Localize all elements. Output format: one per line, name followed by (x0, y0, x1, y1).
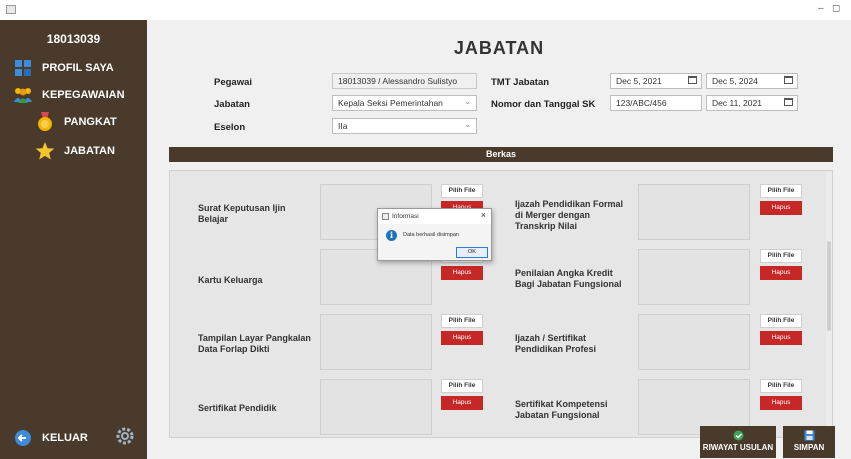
logout-label: KELUAR (42, 432, 88, 444)
minimize-button[interactable]: – (818, 3, 824, 14)
app-icon (6, 5, 16, 14)
doc-preview (638, 249, 750, 305)
chevron-down-icon: ⌄ (464, 120, 471, 129)
tmt-label: TMT Jabatan (491, 77, 550, 88)
berkas-panel: Surat Keputusan Ijin Belajar Pilih File … (169, 170, 833, 438)
simpan-button[interactable]: SIMPAN (783, 426, 835, 458)
hapus-button[interactable]: Hapus (760, 201, 802, 215)
doc-label-kartu-keluarga: Kartu Keluarga (198, 275, 263, 285)
pilih-file-button[interactable]: Pilih File (441, 314, 483, 328)
dialog-title: Informasi (378, 209, 491, 224)
sidebar-item-label: PANGKAT (64, 116, 117, 128)
hapus-button[interactable]: Hapus (441, 331, 483, 345)
gear-icon[interactable] (116, 427, 134, 450)
ok-button[interactable]: OK (456, 247, 488, 258)
sidebar-item-label: KEPEGAWAIAN (42, 89, 125, 101)
berkas-scrollbar[interactable] (826, 171, 832, 437)
pilih-file-button[interactable]: Pilih File (760, 314, 802, 328)
doc-preview (638, 314, 750, 370)
sidebar: 18013039 PROFIL SAYA KEPEGAWAIAN PANGKAT… (0, 20, 147, 459)
sidebar-item-label: PROFIL SAYA (42, 62, 114, 74)
info-dialog: Informasi × i Data berhasil disimpan OK (377, 208, 492, 261)
profile-icon (12, 58, 34, 78)
people-icon (12, 85, 34, 105)
dialog-message: Data berhasil disimpan (403, 232, 459, 238)
scrollbar-thumb[interactable] (827, 241, 831, 331)
sidebar-item-profil-saya[interactable]: PROFIL SAYA (0, 55, 147, 81)
calendar-icon[interactable] (784, 76, 793, 84)
riwayat-usulan-button[interactable]: RIWAYAT USULAN (700, 426, 776, 458)
doc-preview (638, 184, 750, 240)
eselon-label: Eselon (214, 122, 246, 133)
pilih-file-button[interactable]: Pilih File (760, 379, 802, 393)
sidebar-item-label: JABATAN (64, 145, 115, 157)
jabatan-select[interactable]: Kepala Seksi Pemerintahan ⌄ (332, 95, 477, 111)
user-id: 18013039 (46, 32, 101, 46)
tmt-start-date[interactable]: Dec 5, 2021 (610, 73, 702, 89)
page-title: JABATAN (453, 38, 545, 58)
save-icon (804, 430, 814, 441)
hapus-button[interactable]: Hapus (441, 396, 483, 410)
maximize-button[interactable]: ◻ (832, 3, 840, 14)
pilih-file-button[interactable]: Pilih File (760, 184, 802, 198)
pilih-file-button[interactable]: Pilih File (441, 184, 483, 198)
sidebar-item-pangkat[interactable]: PANGKAT (0, 109, 147, 135)
calendar-icon[interactable] (688, 76, 697, 84)
doc-label-sk-ijin-belajar: Surat Keputusan Ijin Belajar (198, 203, 286, 224)
doc-label-sertifikat-pendidik: Sertifikat Pendidik (198, 403, 277, 413)
doc-label-sertifikat-kompetensi: Sertifikat Kompetensi Jabatan Fungsional (515, 399, 608, 420)
hapus-button[interactable]: Hapus (760, 396, 802, 410)
info-icon: i (386, 230, 397, 241)
pegawai-label: Pegawai (214, 77, 253, 88)
dialog-app-icon (382, 213, 389, 220)
eselon-select[interactable]: IIa ⌄ (332, 118, 477, 134)
doc-label-angka-kredit: Penilaian Angka Kredit Bagi Jabatan Fung… (515, 268, 622, 289)
doc-preview (320, 379, 432, 435)
logout-icon (12, 428, 34, 448)
main-content: JABATAN Pegawai 18013039 / Alessandro Su… (147, 20, 851, 459)
medal-icon (34, 112, 56, 132)
sidebar-item-jabatan[interactable]: JABATAN (0, 138, 147, 164)
history-icon (733, 430, 743, 441)
sk-label: Nomor dan Tanggal SK (491, 99, 596, 110)
doc-label-ijazah-profesi: Ijazah / Sertifikat Pendidikan Profesi (515, 333, 597, 354)
tmt-end-date[interactable]: Dec 5, 2024 (706, 73, 798, 89)
doc-label-forlap-dikti: Tampilan Layar Pangkalan Data Forlap Dik… (198, 333, 311, 354)
sidebar-item-kepegawaian[interactable]: KEPEGAWAIAN (0, 82, 147, 108)
close-icon[interactable]: × (481, 210, 486, 220)
jabatan-label: Jabatan (214, 99, 250, 110)
chevron-down-icon: ⌄ (464, 97, 471, 106)
star-icon (34, 141, 56, 161)
calendar-icon[interactable] (784, 98, 793, 106)
pilih-file-button[interactable]: Pilih File (760, 249, 802, 263)
sk-date[interactable]: Dec 11, 2021 (706, 95, 798, 111)
sk-number-field[interactable]: 123/ABC/456 (610, 95, 702, 111)
berkas-header: Berkas (169, 147, 833, 162)
hapus-button[interactable]: Hapus (760, 331, 802, 345)
hapus-button[interactable]: Hapus (760, 266, 802, 280)
doc-label-ijazah-formal: Ijazah Pendidikan Formal di Merger denga… (515, 199, 624, 231)
pilih-file-button[interactable]: Pilih File (441, 379, 483, 393)
pegawai-field: 18013039 / Alessandro Sulistyo (332, 73, 477, 89)
doc-preview (320, 314, 432, 370)
window-titlebar: – ◻ (0, 0, 851, 20)
hapus-button[interactable]: Hapus (441, 266, 483, 280)
